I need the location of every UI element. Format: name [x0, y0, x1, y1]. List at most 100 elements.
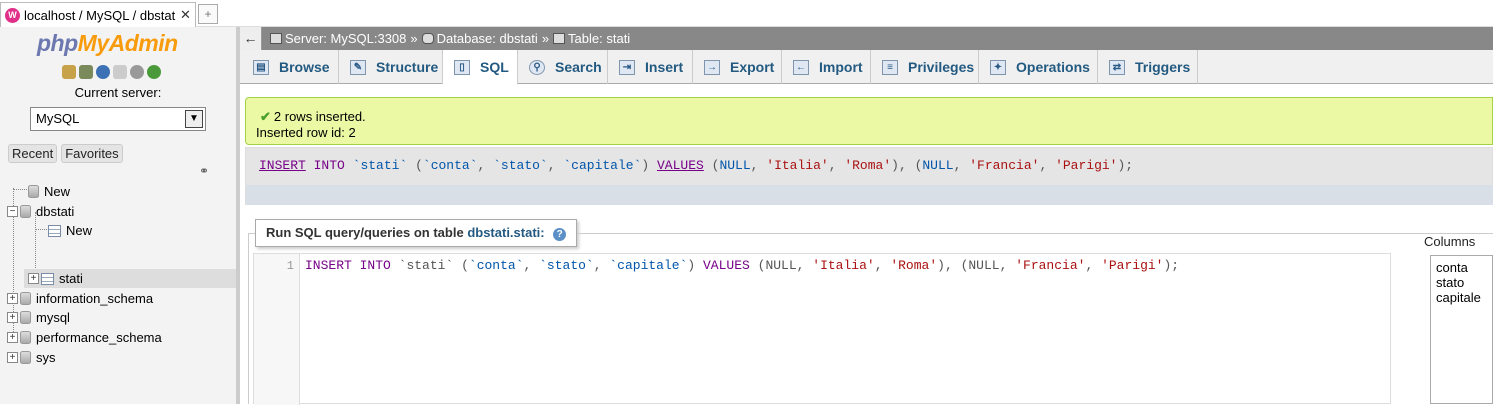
chevron-down-icon[interactable]: ▼ [185, 110, 203, 128]
settings-gear-icon[interactable] [130, 65, 144, 79]
docs-icon[interactable] [113, 65, 127, 79]
export-icon: → [704, 59, 720, 75]
reload-icon[interactable] [147, 65, 161, 79]
tab-triggers[interactable]: ⇄ Triggers [1098, 50, 1198, 84]
new-tab-button[interactable]: + [198, 4, 218, 24]
search-icon: ⚲ [529, 59, 545, 75]
breadcrumb-server[interactable]: Server: MySQL:3308 [285, 31, 406, 46]
back-arrow-icon[interactable]: ← [240, 27, 262, 50]
browse-icon: ▤ [253, 59, 269, 75]
tree-item-label: sys [36, 350, 56, 365]
server-select-value: MySQL [36, 111, 80, 126]
tab-search[interactable]: ⚲ Search [518, 50, 608, 84]
browser-tab-strip: W localhost / MySQL / dbstati... ✕ + [0, 0, 1493, 27]
breadcrumb-database[interactable]: Database: dbstati [437, 31, 538, 46]
tab-label: Triggers [1135, 59, 1191, 75]
tree-item-label: performance_schema [36, 330, 162, 345]
column-option[interactable]: stato [1436, 275, 1487, 290]
table-icon [41, 272, 54, 285]
server-select[interactable]: MySQL ▼ [30, 107, 206, 131]
wamp-favicon-icon: W [5, 7, 20, 23]
browser-tab-title: localhost / MySQL / dbstati... [24, 7, 176, 23]
columns-label: Columns [1424, 234, 1476, 249]
success-message: ✔ 2 rows inserted. Inserted row id: 2 [245, 97, 1493, 145]
tab-browse[interactable]: ▤ Browse [242, 50, 339, 84]
column-option[interactable]: capitale [1436, 290, 1487, 305]
tab-bar: ▤ Browse ✎ Structure ▯ SQL ⚲ Search ⇥ Insert … [240, 50, 1493, 85]
tree-item-label: stati [59, 271, 83, 286]
tree-item-dbstati[interactable]: − dbstati [7, 202, 74, 221]
tab-sql[interactable]: ▯ SQL [443, 50, 518, 85]
breadcrumb-table[interactable]: Table: stati [568, 31, 630, 46]
tab-import[interactable]: ← Import [782, 50, 871, 84]
collapse-icon[interactable]: − [7, 206, 18, 217]
executed-query-box: INSERT INTO `stati` (`conta`, `stato`, `… [245, 147, 1493, 205]
phpmyadmin-logo[interactable]: phpMyAdmin [37, 30, 178, 57]
home-icon[interactable] [62, 65, 76, 79]
breadcrumb-separator: » [410, 31, 418, 46]
tab-insert[interactable]: ⇥ Insert [608, 50, 693, 84]
tree-item-label: dbstati [36, 204, 75, 219]
logout-icon[interactable] [79, 65, 93, 79]
tab-structure[interactable]: ✎ Structure [339, 50, 443, 84]
success-line-1: 2 rows inserted. [273, 109, 366, 124]
link-with-main-panel-icon[interactable]: ⚭ [199, 164, 209, 178]
sql-icon: ▯ [454, 59, 470, 75]
privileges-icon: ≡ [882, 59, 898, 75]
tree-item-stati[interactable]: + stati [24, 269, 236, 288]
line-number: 1 [286, 259, 294, 273]
tree-item-sys[interactable]: + sys [7, 348, 56, 367]
tree-item-new-table[interactable]: New [48, 221, 92, 240]
legend-table-link[interactable]: dbstati.stati: [467, 225, 544, 240]
server-icon [270, 33, 282, 44]
breadcrumb-separator: » [541, 31, 550, 46]
expand-icon[interactable]: + [7, 332, 18, 343]
breadcrumb: ← Server: MySQL:3308 » Database: dbstati… [240, 27, 1493, 50]
tab-privileges[interactable]: ≡ Privileges [871, 50, 979, 84]
tree-item-new-database[interactable]: New [28, 182, 70, 201]
columns-list[interactable]: conta stato capitale [1430, 255, 1493, 404]
new-table-icon [48, 224, 61, 237]
new-database-icon [28, 185, 39, 198]
logo-myadmin-text: MyAdmin [77, 30, 179, 56]
recent-button[interactable]: Recent [8, 144, 58, 163]
tree-item-information-schema[interactable]: + information_schema [7, 289, 153, 308]
sql-form-legend: Run SQL query/queries on table dbstati.s… [255, 219, 578, 247]
tab-label: Insert [645, 59, 684, 75]
query-action-bar [246, 185, 1493, 205]
tree-item-label: New [66, 223, 93, 238]
tab-export[interactable]: → Export [693, 50, 782, 84]
tree-item-performance-schema[interactable]: + performance_schema [7, 328, 162, 347]
import-icon: ← [793, 59, 809, 75]
tree-item-label: information_schema [36, 291, 154, 306]
current-server-label: Current server: [74, 85, 162, 100]
expand-icon[interactable]: + [7, 352, 18, 363]
nav-buttons: Recent Favorites [8, 144, 123, 163]
expand-icon[interactable]: + [7, 293, 18, 304]
sql-editor[interactable]: 1 INSERT INTO `stati` (`conta`, `stato`,… [253, 253, 1391, 405]
database-icon [20, 292, 31, 305]
expand-icon[interactable]: + [7, 312, 18, 323]
executed-query-text[interactable]: INSERT INTO `stati` (`conta`, `stato`, `… [259, 158, 1133, 173]
help-icon[interactable]: ? [553, 228, 567, 241]
triggers-icon: ⇄ [1109, 59, 1125, 75]
tree-item-mysql[interactable]: + mysql [7, 308, 70, 327]
table-icon [553, 33, 566, 44]
favorites-button[interactable]: Favorites [61, 144, 123, 163]
legend-text: Run SQL query/queries on table [266, 225, 464, 240]
operations-icon: ✦ [990, 59, 1006, 75]
browser-tab[interactable]: W localhost / MySQL / dbstati... ✕ [0, 2, 196, 27]
close-tab-icon[interactable]: ✕ [180, 7, 191, 23]
logo-php-text: php [37, 30, 78, 56]
help-icon[interactable] [96, 65, 110, 79]
tab-label: Structure [376, 59, 439, 75]
structure-icon: ✎ [350, 59, 366, 75]
tab-operations[interactable]: ✦ Operations [979, 50, 1098, 84]
database-icon [20, 311, 31, 324]
tab-label: SQL [480, 59, 509, 75]
tab-label: Browse [279, 59, 330, 75]
expand-icon[interactable]: + [28, 273, 39, 284]
sql-editor-code[interactable]: INSERT INTO `stati` (`conta`, `stato`, `… [305, 258, 1179, 273]
column-option[interactable]: conta [1436, 260, 1487, 275]
tab-label: Import [819, 59, 863, 75]
